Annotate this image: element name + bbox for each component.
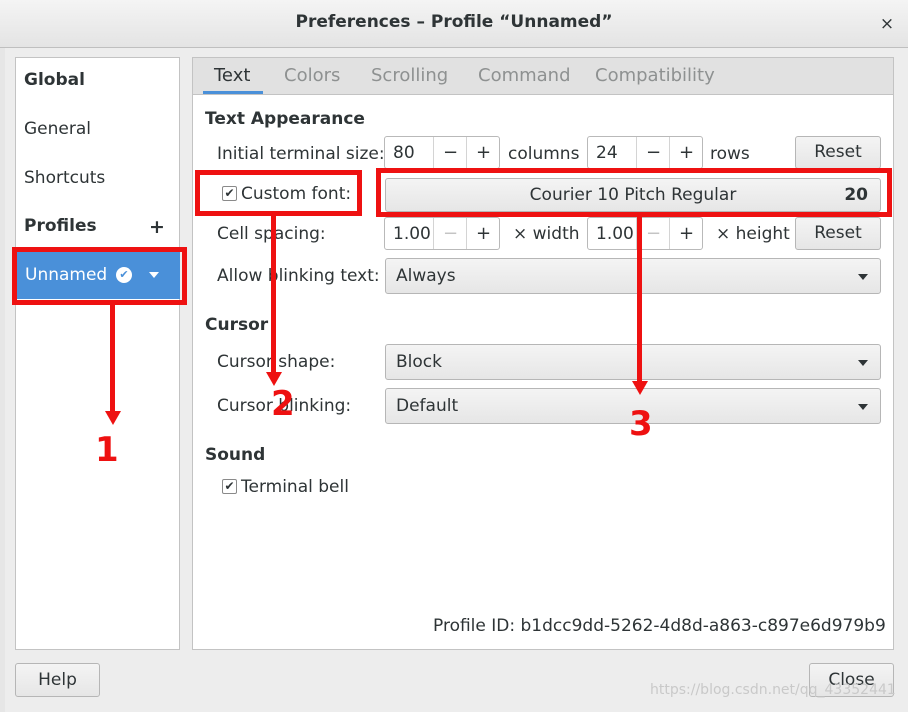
cursor-heading: Cursor xyxy=(205,315,269,335)
width-unit-label: × width xyxy=(513,224,580,244)
tab-compatibility[interactable]: Compatibility xyxy=(595,65,715,86)
terminal-bell-label: Terminal bell xyxy=(241,477,349,497)
cursor-shape-value: Block xyxy=(396,352,442,372)
rows-increment-button[interactable]: + xyxy=(669,137,703,168)
sidebar-item-global[interactable]: Global xyxy=(24,70,85,90)
cursor-shape-select[interactable]: Block xyxy=(385,344,881,380)
annotation-box-1 xyxy=(12,247,187,305)
window-title: Preferences – Profile “Unnamed” xyxy=(295,12,613,32)
chevron-down-icon xyxy=(858,360,868,366)
annotation-arrow-1-head xyxy=(105,411,121,425)
chevron-down-icon xyxy=(858,274,868,280)
close-icon[interactable]: × xyxy=(876,13,898,35)
reset-size-button[interactable]: Reset xyxy=(795,136,881,169)
sidebar-item-general[interactable]: General xyxy=(24,119,91,139)
cell-width-increment-button[interactable]: + xyxy=(466,218,500,249)
text-appearance-heading: Text Appearance xyxy=(205,109,365,129)
cell-width-value: 1.00 xyxy=(393,224,431,244)
columns-value: 80 xyxy=(393,143,415,163)
cell-height-stepper[interactable]: 1.00 − + xyxy=(587,217,703,250)
sidebar-item-profiles: Profiles xyxy=(24,216,97,236)
active-tab-indicator xyxy=(203,91,263,94)
tab-text[interactable]: Text xyxy=(214,65,250,86)
annotation-number-2: 2 xyxy=(271,384,295,424)
annotation-number-3: 3 xyxy=(629,404,653,444)
help-button[interactable]: Help xyxy=(15,663,100,697)
cell-width-stepper[interactable]: 1.00 − + xyxy=(384,217,500,250)
rows-decrement-button[interactable]: − xyxy=(636,137,670,168)
blinking-text-label: Allow blinking text: xyxy=(217,266,380,286)
tab-scrolling[interactable]: Scrolling xyxy=(371,65,448,86)
columns-decrement-button[interactable]: − xyxy=(433,137,467,168)
blinking-text-value: Always xyxy=(396,266,456,286)
window-titlebar: Preferences – Profile “Unnamed” × xyxy=(0,0,908,48)
sidebar-item-shortcuts[interactable]: Shortcuts xyxy=(24,168,105,188)
annotation-box-3 xyxy=(376,168,892,217)
columns-stepper[interactable]: 80 − + xyxy=(384,136,500,169)
background-window-edge xyxy=(0,48,5,712)
annotation-arrow-1-line xyxy=(110,305,115,413)
sound-heading: Sound xyxy=(205,445,266,465)
rows-unit-label: rows xyxy=(710,144,750,164)
add-profile-icon[interactable]: + xyxy=(149,216,165,238)
rows-stepper[interactable]: 24 − + xyxy=(587,136,703,169)
tab-colors[interactable]: Colors xyxy=(284,65,340,86)
annotation-arrow-3-line xyxy=(637,217,642,383)
annotation-arrow-3-head xyxy=(632,381,648,395)
sidebar: Global General Shortcuts Profiles + Unna… xyxy=(15,57,180,650)
cell-height-increment-button[interactable]: + xyxy=(669,218,703,249)
chevron-down-icon xyxy=(858,404,868,410)
annotation-box-2 xyxy=(195,170,362,216)
annotation-arrow-2-line xyxy=(271,216,276,374)
profile-id-text: Profile ID: b1dcc9dd-5262-4d8d-a863-c897… xyxy=(433,616,886,636)
cursor-blinking-value: Default xyxy=(396,396,459,416)
tab-bar: Text Colors Scrolling Command Compatibil… xyxy=(193,58,893,95)
watermark-text: https://blog.csdn.net/qq_43352441 xyxy=(650,682,896,698)
height-unit-label: × height xyxy=(716,224,790,244)
profile-panel: Text Colors Scrolling Command Compatibil… xyxy=(192,57,894,650)
cursor-shape-label: Cursor shape: xyxy=(217,352,336,372)
annotation-number-1: 1 xyxy=(95,430,119,470)
cell-height-value: 1.00 xyxy=(596,224,634,244)
reset-spacing-button[interactable]: Reset xyxy=(795,217,881,250)
blinking-text-select[interactable]: Always xyxy=(385,258,881,294)
columns-unit-label: columns xyxy=(508,144,580,164)
initial-size-label: Initial terminal size: xyxy=(217,144,385,164)
terminal-bell-checkbox[interactable]: ✔ xyxy=(222,479,237,494)
columns-increment-button[interactable]: + xyxy=(466,137,500,168)
cell-width-decrement-button[interactable]: − xyxy=(433,218,467,249)
rows-value: 24 xyxy=(596,143,618,163)
tab-command[interactable]: Command xyxy=(478,65,571,86)
